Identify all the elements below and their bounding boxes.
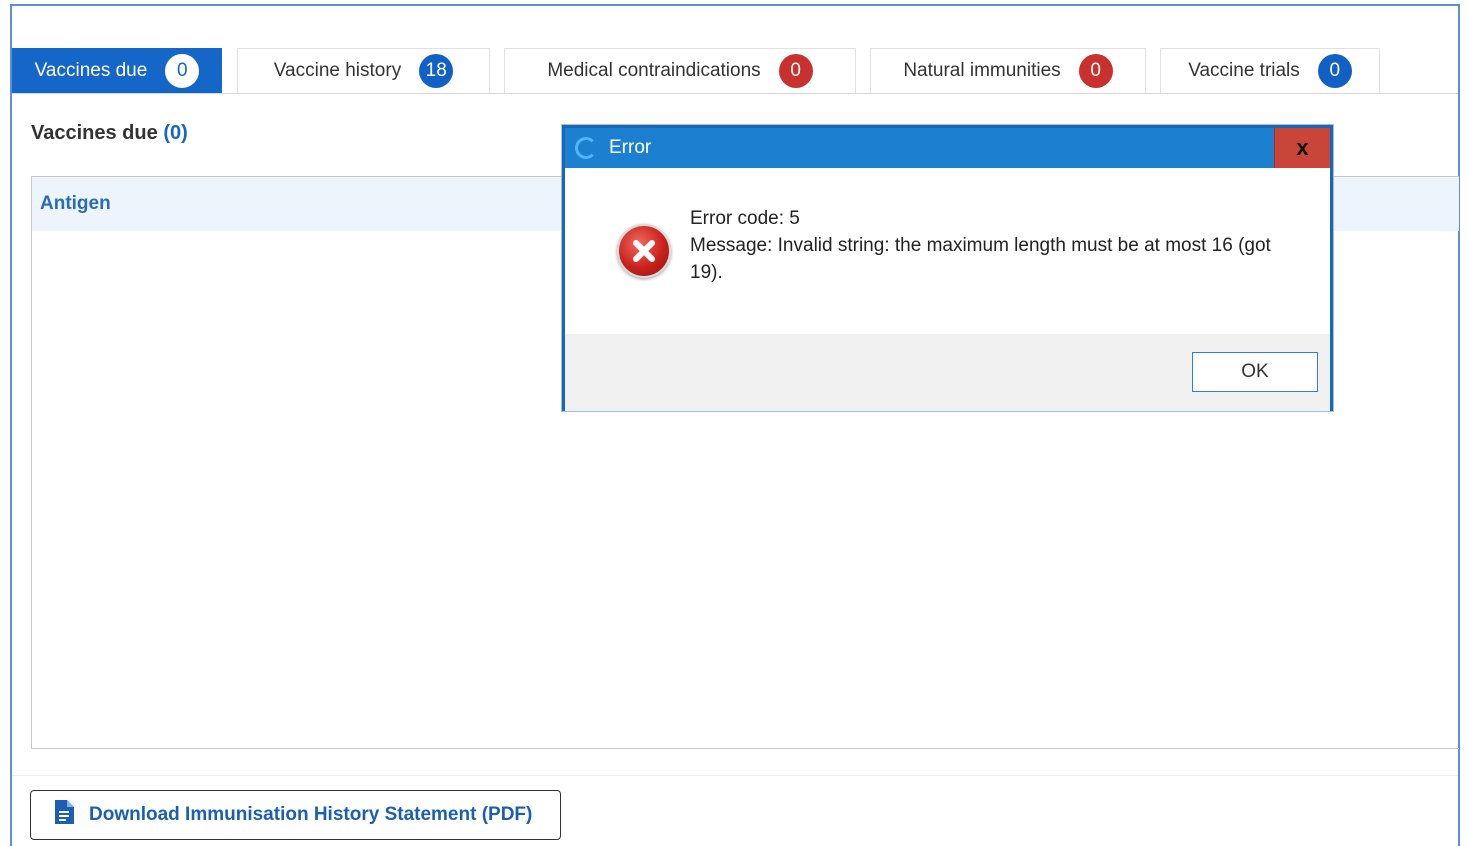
- error-dialog: Error x Error code: 5 Message: Invalid s…: [562, 125, 1333, 411]
- dialog-body: Error code: 5 Message: Invalid string: t…: [565, 168, 1330, 334]
- tab-medical-contraindications[interactable]: Medical contraindications 0: [504, 48, 856, 93]
- section-title: Vaccines due (0): [31, 122, 188, 145]
- app-logo-icon: [575, 137, 597, 159]
- tab-label: Natural immunities: [903, 60, 1061, 81]
- tab-vaccines-due[interactable]: Vaccines due 0: [12, 48, 222, 93]
- download-statement-button[interactable]: Download Immunisation History Statement …: [30, 790, 561, 840]
- tab-label: Vaccine history: [273, 60, 402, 81]
- tab-natural-immunities[interactable]: Natural immunities 0: [870, 48, 1146, 93]
- error-icon: [617, 224, 671, 278]
- tab-vaccine-history[interactable]: Vaccine history 18: [237, 48, 490, 93]
- tab-count-badge: 0: [165, 54, 200, 88]
- tab-count-badge: 0: [778, 54, 813, 88]
- dialog-titlebar[interactable]: Error x: [565, 128, 1330, 168]
- ok-button[interactable]: OK: [1192, 352, 1318, 392]
- download-button-label: Download Immunisation History Statement …: [89, 804, 533, 825]
- tab-bar: Vaccines due 0 Vaccine history 18 Medica…: [12, 48, 1458, 94]
- tab-label: Vaccines due: [34, 60, 148, 81]
- tab-count-badge: 18: [419, 54, 454, 88]
- section-count-close: ): [181, 122, 188, 144]
- dialog-footer: OK: [565, 334, 1330, 411]
- tab-count-badge: 0: [1317, 54, 1352, 88]
- section-title-text: Vaccines due: [31, 122, 158, 144]
- tab-label: Vaccine trials: [1188, 60, 1300, 81]
- tab-count-badge: 0: [1078, 54, 1113, 88]
- error-message: Error code: 5 Message: Invalid string: t…: [690, 205, 1290, 286]
- error-message-text: Message: Invalid string: the maximum len…: [690, 235, 1271, 283]
- pdf-document-icon: [53, 799, 75, 831]
- column-header-antigen[interactable]: Antigen: [40, 193, 111, 215]
- section-count: 0: [169, 122, 182, 144]
- section-count-open: (: [163, 122, 170, 144]
- tab-label: Medical contraindications: [547, 60, 761, 81]
- tab-vaccine-trials[interactable]: Vaccine trials 0: [1160, 48, 1380, 93]
- dialog-title: Error: [609, 137, 652, 158]
- error-code-text: Error code: 5: [690, 208, 800, 229]
- close-icon: x: [1296, 135, 1309, 160]
- close-button[interactable]: x: [1274, 128, 1330, 168]
